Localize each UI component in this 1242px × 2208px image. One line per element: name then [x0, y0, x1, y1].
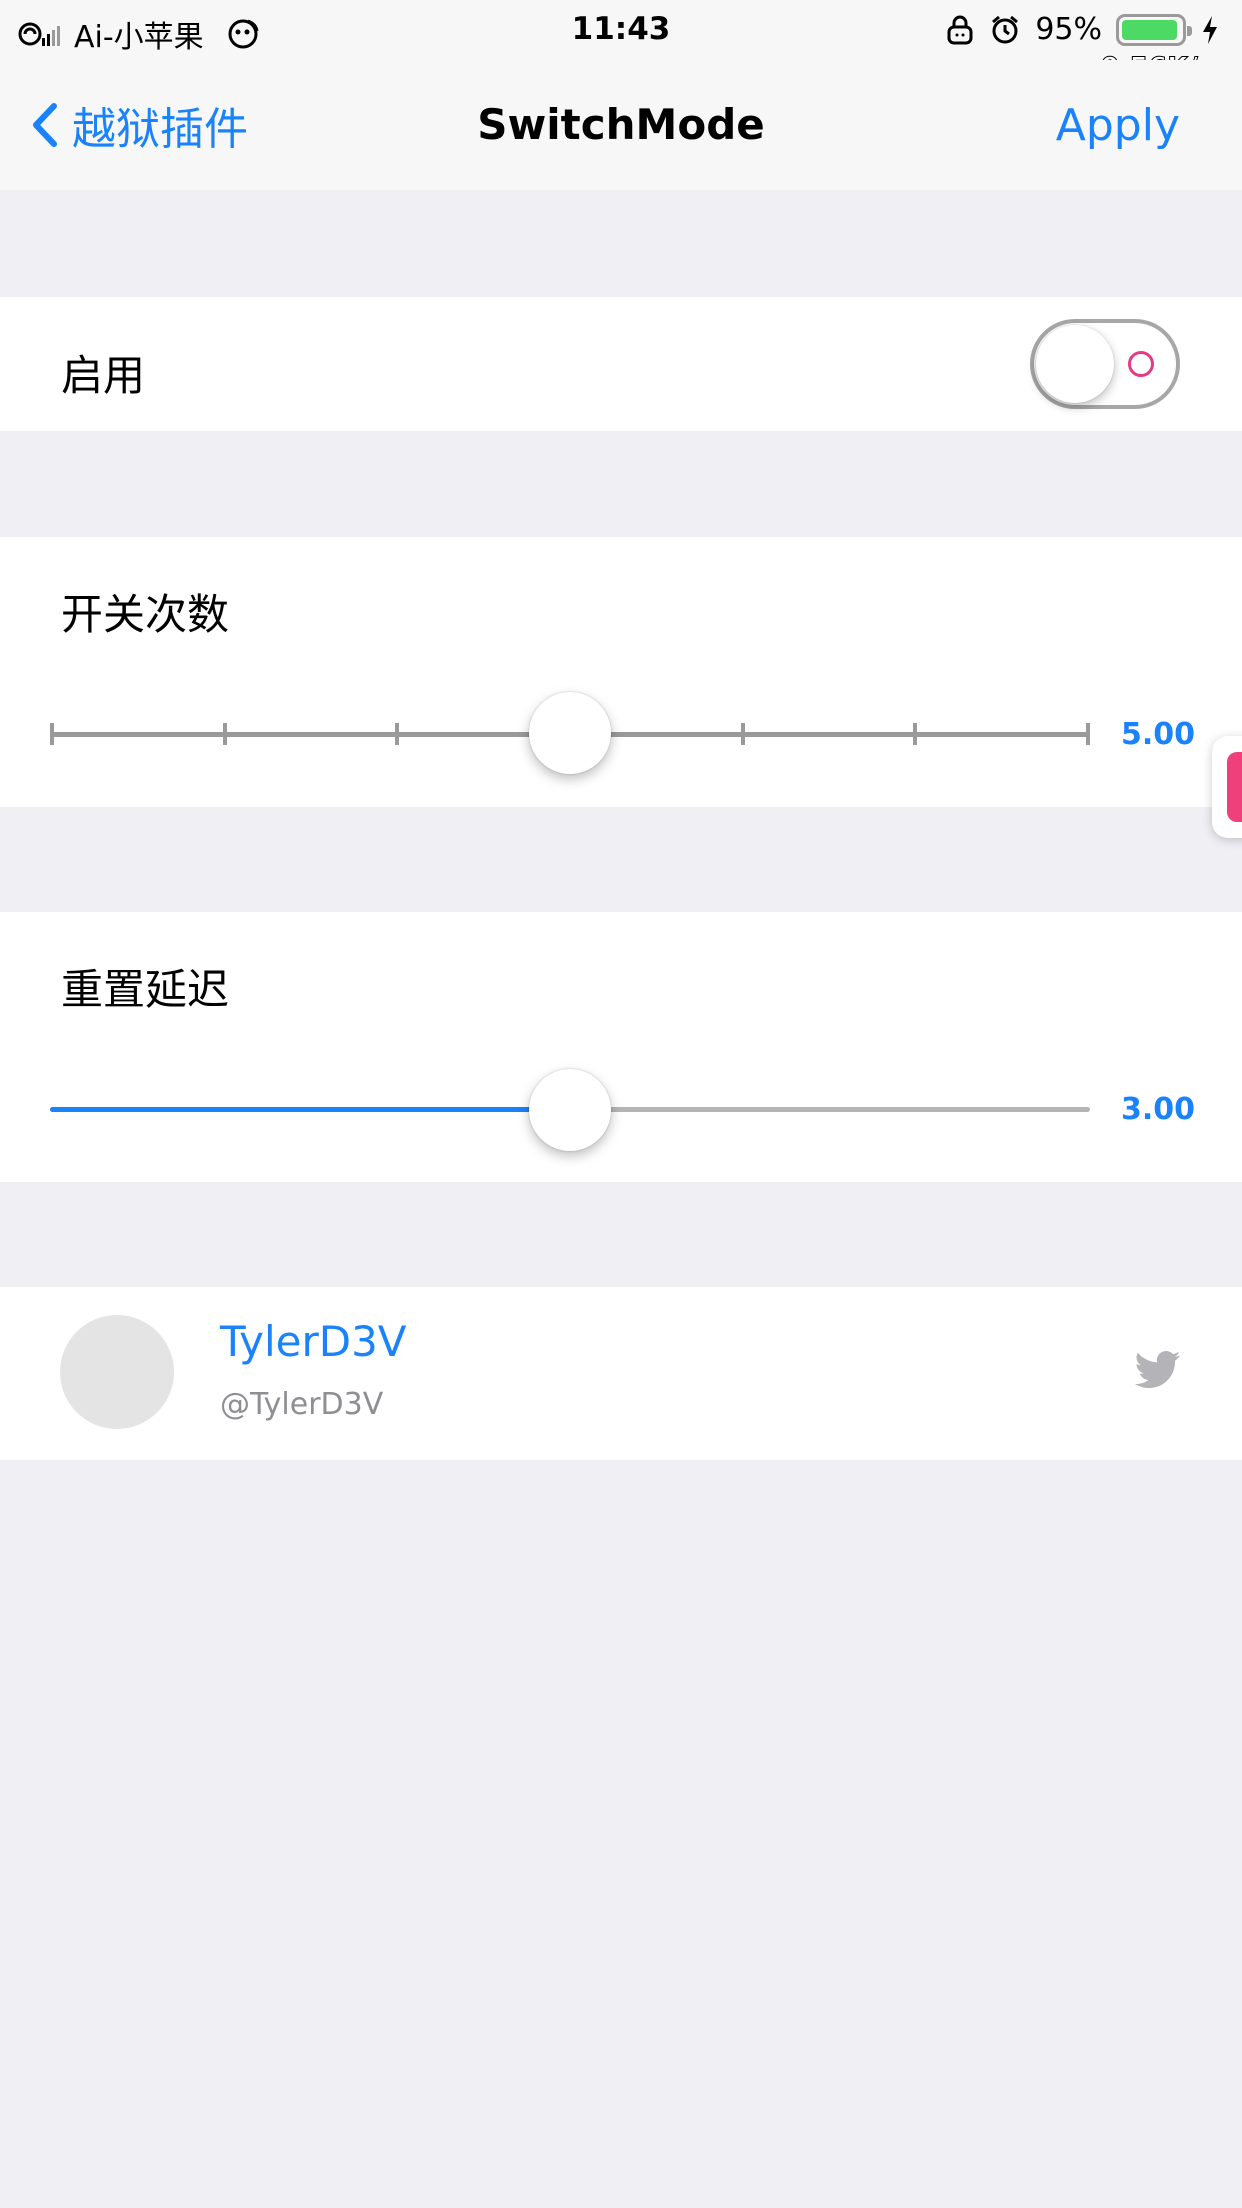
reset-delay-slider[interactable]: [50, 1062, 1090, 1152]
slider-tick: [50, 723, 54, 745]
lock-rotation-icon: [947, 15, 973, 44]
battery-level: [1122, 19, 1178, 40]
slider-tick: [740, 723, 745, 745]
switch-count-label: 开关次数: [61, 590, 230, 639]
reset-delay-label: 重置延迟: [61, 965, 230, 1014]
slider-tick: [1086, 723, 1090, 745]
apply-button[interactable]: Apply: [1056, 100, 1180, 151]
battery-icon: [1116, 13, 1192, 46]
switch-off-indicator: [1128, 351, 1154, 377]
profile-name: TylerD3V: [220, 1317, 407, 1366]
switch-count-value: 5.00: [1120, 717, 1195, 752]
floating-edge-tab[interactable]: [1212, 736, 1242, 838]
enable-cell: 启用: [0, 297, 1242, 431]
switch-count-cell: 开关次数 5.00: [0, 537, 1242, 807]
reset-delay-value: 3.00: [1120, 1092, 1195, 1127]
profile-handle: @TylerD3V: [220, 1387, 384, 1422]
charging-icon: [1203, 15, 1217, 44]
slider-tick: [913, 723, 918, 745]
reset-delay-cell: 重置延迟 3.00: [0, 912, 1242, 1182]
slider-tick: [395, 723, 400, 745]
profile-cell[interactable]: TylerD3V @TylerD3V: [0, 1287, 1242, 1460]
slider-thumb[interactable]: [529, 692, 611, 774]
slider-tick: [222, 723, 227, 745]
status-bar: Ai-小苹果 11:43 95%: [0, 0, 1242, 84]
battery-percent: 95%: [1035, 12, 1102, 47]
slider-fill: [50, 1107, 570, 1112]
enable-label: 启用: [61, 351, 146, 400]
twitter-icon: [1135, 1351, 1181, 1389]
navigation-bar: 越狱插件 SwitchMode Apply: [0, 60, 1242, 190]
switch-knob: [1036, 325, 1114, 403]
enable-switch[interactable]: [1030, 319, 1180, 409]
alarm-icon: [992, 15, 1019, 43]
settings-screen: Ai-小苹果 11:43 95% 越狱插件 SwitchMode Apply 启…: [0, 0, 1242, 2208]
switch-count-slider[interactable]: [50, 687, 1090, 777]
slider-thumb[interactable]: [529, 1069, 611, 1151]
avatar: [60, 1315, 174, 1429]
